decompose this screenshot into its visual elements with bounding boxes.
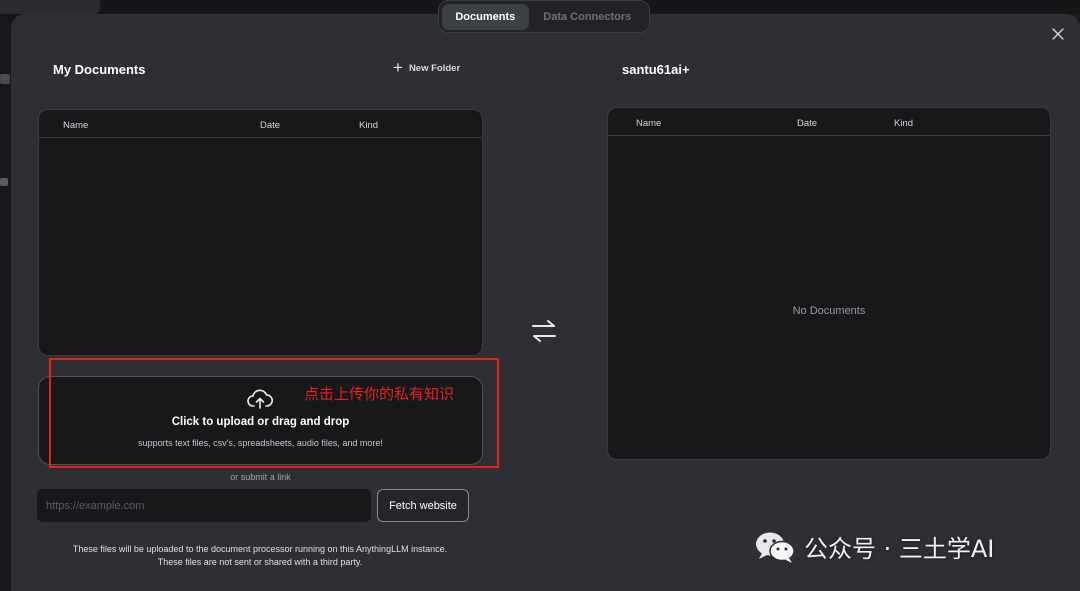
tab-data-connectors[interactable]: Data Connectors <box>529 4 646 30</box>
list-header: Name Date Kind <box>608 108 1050 136</box>
background-block <box>0 0 100 14</box>
cloud-upload-icon <box>247 389 273 409</box>
background-marker <box>0 178 8 186</box>
column-date[interactable]: Date <box>797 118 817 129</box>
column-kind[interactable]: Kind <box>359 120 378 131</box>
wechat-icon <box>756 532 795 563</box>
watermark-text: 公众号 · 三土学AI <box>804 535 995 563</box>
empty-state-text: No Documents <box>792 305 866 317</box>
background-marker <box>0 74 10 84</box>
upload-subtitle: supports text files, csv's, spreadsheets… <box>138 438 383 448</box>
upload-disclaimer: These files will be uploaded to the docu… <box>30 543 490 569</box>
plus-icon: + <box>393 58 403 77</box>
tab-documents[interactable]: Documents <box>442 3 529 30</box>
workspace-documents-list: Name Date Kind No Documents <box>607 107 1051 460</box>
new-folder-button[interactable]: + New Folder <box>393 58 461 77</box>
upload-title: Click to upload or drag and drop <box>171 416 350 428</box>
swap-arrows-icon[interactable] <box>531 319 557 343</box>
column-date[interactable]: Date <box>260 120 280 131</box>
or-submit-link-text: or submit a link <box>230 472 291 482</box>
column-name[interactable]: Name <box>636 118 661 129</box>
annotation-label: 点击上传你的私有知识 <box>304 385 455 403</box>
fetch-website-button[interactable]: Fetch website <box>377 489 469 522</box>
close-icon[interactable] <box>1051 27 1065 41</box>
new-folder-label: New Folder <box>408 62 461 74</box>
my-documents-list: Name Date Kind <box>38 109 483 356</box>
column-name[interactable]: Name <box>63 120 88 131</box>
column-kind[interactable]: Kind <box>894 118 913 129</box>
my-documents-title: My Documents <box>53 62 146 77</box>
workspace-title: santu61ai+ <box>622 62 690 77</box>
url-input[interactable] <box>37 489 371 522</box>
disclaimer-line-1: These files will be uploaded to the docu… <box>72 544 448 554</box>
disclaimer-line-2: These files are not sent or shared with … <box>157 557 363 567</box>
modal-tab-bar: Documents Data Connectors <box>438 0 650 33</box>
watermark: 公众号 · 三土学AI <box>754 529 994 564</box>
list-header: Name Date Kind <box>39 110 482 138</box>
